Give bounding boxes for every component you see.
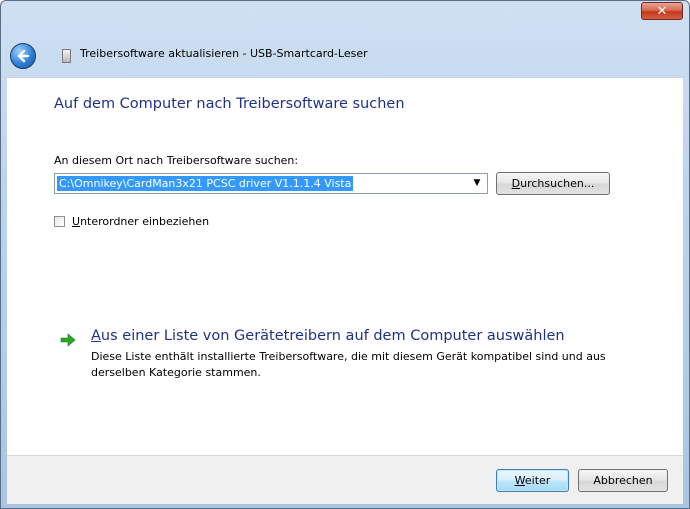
back-button[interactable] bbox=[10, 43, 36, 69]
content-area: Auf dem Computer nach Treibersoftware su… bbox=[7, 77, 683, 456]
choose-from-list-link[interactable]: Aus einer Liste von Gerätetreibern auf d… bbox=[91, 328, 565, 344]
next-label: eiter bbox=[524, 474, 551, 487]
include-subfolders-checkbox[interactable] bbox=[54, 216, 65, 227]
button-bar: Weiter Abbrechen bbox=[7, 455, 683, 504]
green-arrow-icon[interactable] bbox=[60, 333, 76, 347]
close-button[interactable]: ✕ bbox=[641, 2, 683, 20]
browse-button[interactable]: Durchsuchen... bbox=[496, 172, 610, 195]
next-button[interactable]: Weiter bbox=[496, 469, 569, 492]
chevron-down-icon[interactable]: ▼ bbox=[470, 176, 484, 191]
back-arrow-icon bbox=[17, 49, 30, 63]
window-title: Treibersoftware aktualisieren - USB-Smar… bbox=[80, 47, 368, 60]
browse-mnemonic: D bbox=[511, 177, 521, 190]
usb-device-icon bbox=[62, 49, 71, 63]
include-subfolders-label[interactable]: Unterordner einbeziehen bbox=[72, 215, 209, 228]
cancel-button[interactable]: Abbrechen bbox=[578, 469, 668, 492]
title-bar[interactable]: ✕ bbox=[1, 1, 689, 29]
path-combobox[interactable]: C:\Omnikey\CardMan3x21 PCSC driver V1.1.… bbox=[54, 173, 488, 194]
close-icon: ✕ bbox=[656, 4, 668, 19]
path-input[interactable]: C:\Omnikey\CardMan3x21 PCSC driver V1.1.… bbox=[57, 176, 354, 191]
browse-label: urchsuchen... bbox=[520, 177, 595, 190]
search-location-label: An diesem Ort nach Treibersoftware suche… bbox=[54, 154, 299, 167]
wizard-header: Treibersoftware aktualisieren - USB-Smar… bbox=[1, 31, 689, 77]
driver-update-dialog: ✕ Treibersoftware aktualisieren - USB-Sm… bbox=[0, 0, 690, 509]
page-heading: Auf dem Computer nach Treibersoftware su… bbox=[54, 96, 405, 112]
choose-from-list-description: Diese Liste enthält installierte Treiber… bbox=[91, 350, 606, 379]
next-mnemonic: W bbox=[514, 474, 525, 487]
